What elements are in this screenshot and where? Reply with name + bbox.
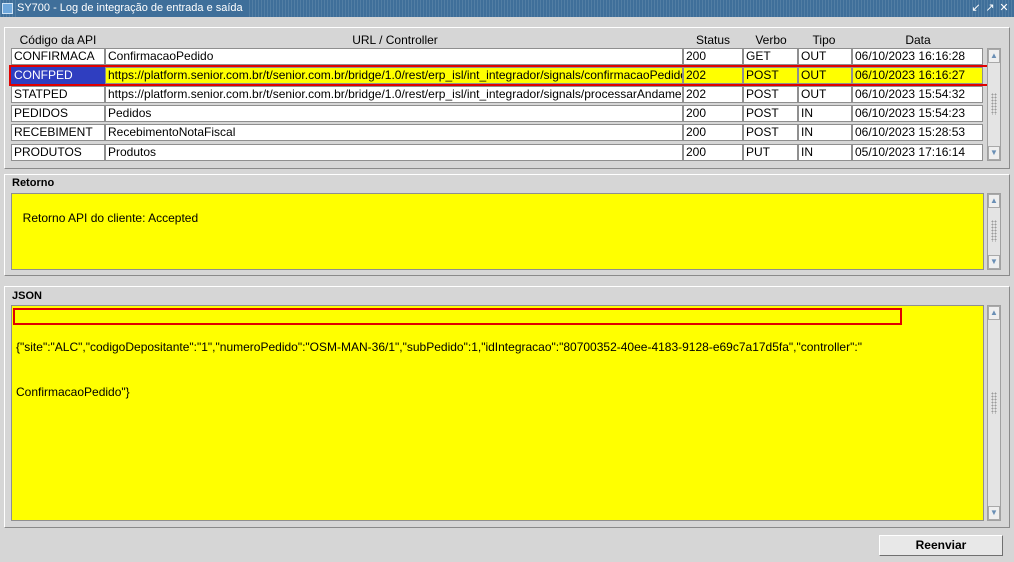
scroll-up-icon[interactable]: ▲ <box>988 306 1000 320</box>
cell-type[interactable]: IN <box>798 105 852 122</box>
cell-code[interactable]: CONFIRMACA <box>11 48 105 65</box>
retorno-label: Retorno <box>12 177 55 189</box>
cell-code[interactable]: RECEBIMENT <box>11 124 105 141</box>
cell-verb[interactable]: POST <box>743 105 798 122</box>
cell-date[interactable]: 06/10/2023 16:16:28 <box>852 48 983 65</box>
cell-code[interactable]: PRODUTOS <box>11 144 105 161</box>
cell-verb[interactable]: POST <box>743 86 798 103</box>
cell-verb[interactable]: POST <box>743 124 798 141</box>
cell-code[interactable]: STATPED <box>11 86 105 103</box>
cell-status[interactable]: 200 <box>683 144 743 161</box>
cell-url[interactable]: Produtos <box>105 144 683 161</box>
scroll-down-icon[interactable]: ▼ <box>988 255 1000 269</box>
scroll-grip-icon[interactable] <box>991 220 997 242</box>
cell-code[interactable]: PEDIDOS <box>11 105 105 122</box>
cell-url[interactable]: ConfirmacaoPedido <box>105 48 683 65</box>
cell-url[interactable]: https://platform.senior.com.br/t/senior.… <box>105 86 683 103</box>
cell-url-selected[interactable]: https://platform.senior.com.br/t/senior.… <box>105 67 683 84</box>
grid-scrollbar[interactable]: ▲ ▼ <box>987 48 1001 161</box>
scroll-grip-icon[interactable] <box>991 392 997 414</box>
window-title: SY700 - Log de integração de entrada e s… <box>17 0 249 17</box>
scroll-grip-icon[interactable] <box>991 93 997 115</box>
app-icon <box>2 3 13 14</box>
column-header-type: Tipo <box>812 33 836 47</box>
retorno-textarea[interactable]: Retorno API do cliente: Accepted <box>11 193 984 270</box>
maximize-icon[interactable]: ↗ <box>984 0 996 17</box>
retorno-scrollbar[interactable]: ▲ ▼ <box>987 193 1001 270</box>
retorno-text: Retorno API do cliente: Accepted <box>22 211 199 225</box>
cell-status[interactable]: 200 <box>683 48 743 65</box>
column-header-status: Status <box>695 33 731 47</box>
cell-date[interactable]: 05/10/2023 17:16:14 <box>852 144 983 161</box>
cell-code-selected[interactable]: CONFPED <box>11 67 105 84</box>
cell-date[interactable]: 06/10/2023 15:28:53 <box>852 124 983 141</box>
cell-url[interactable]: Pedidos <box>105 105 683 122</box>
column-header-verb: Verbo <box>755 33 787 47</box>
cell-date[interactable]: 06/10/2023 15:54:32 <box>852 86 983 103</box>
cell-status[interactable]: 200 <box>683 124 743 141</box>
cell-status-selected[interactable]: 202 <box>683 67 743 84</box>
json-textarea[interactable]: {"site":"ALC","codigoDepositante":"1","n… <box>11 305 984 521</box>
cell-type[interactable]: OUT <box>798 48 852 65</box>
column-header-url: URL / Controller <box>352 33 438 47</box>
json-line: ConfirmacaoPedido"} <box>16 385 130 399</box>
minimize-icon[interactable]: ↙ <box>970 0 982 17</box>
cell-date[interactable]: 06/10/2023 15:54:23 <box>852 105 983 122</box>
resend-button[interactable]: Reenviar <box>879 535 1003 556</box>
json-content: {"site":"ALC","codigoDepositante":"1","n… <box>16 310 976 430</box>
cell-type[interactable]: IN <box>798 144 852 161</box>
scroll-up-icon[interactable]: ▲ <box>988 49 1000 63</box>
scroll-down-icon[interactable]: ▼ <box>988 506 1000 520</box>
window-titlebar: SY700 - Log de integração de entrada e s… <box>0 0 1014 17</box>
cell-type-selected[interactable]: OUT <box>798 67 852 84</box>
json-scrollbar[interactable]: ▲ ▼ <box>987 305 1001 521</box>
cell-status[interactable]: 200 <box>683 105 743 122</box>
json-label: JSON <box>12 290 42 302</box>
cell-url[interactable]: RecebimentoNotaFiscal <box>105 124 683 141</box>
cell-verb[interactable]: GET <box>743 48 798 65</box>
cell-verb[interactable]: PUT <box>743 144 798 161</box>
scroll-up-icon[interactable]: ▲ <box>988 194 1000 208</box>
cell-date-selected[interactable]: 06/10/2023 16:16:27 <box>852 67 983 84</box>
cell-status[interactable]: 202 <box>683 86 743 103</box>
column-header-code: Código da API <box>19 33 97 47</box>
column-header-date: Data <box>905 33 931 47</box>
close-icon[interactable]: ✕ <box>998 0 1010 17</box>
cell-type[interactable]: OUT <box>798 86 852 103</box>
cell-verb-selected[interactable]: POST <box>743 67 798 84</box>
json-line: {"site":"ALC","codigoDepositante":"1","n… <box>16 340 862 354</box>
cell-type[interactable]: IN <box>798 124 852 141</box>
scroll-down-icon[interactable]: ▼ <box>988 146 1000 160</box>
